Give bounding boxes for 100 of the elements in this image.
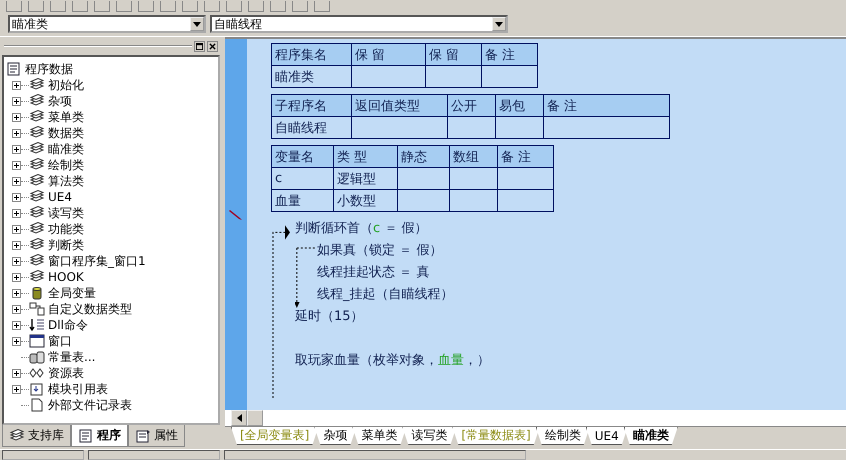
expand-icon[interactable] — [12, 96, 21, 106]
expand-icon[interactable] — [12, 368, 21, 378]
column-header: 变量名 — [272, 146, 334, 168]
expand-icon[interactable] — [12, 112, 21, 122]
tree-item[interactable]: 菜单类 — [29, 109, 84, 125]
expand-icon[interactable] — [12, 128, 21, 138]
tree-item[interactable]: 外部文件记录表 — [29, 397, 132, 413]
window-icon — [29, 334, 45, 348]
document-tab[interactable]: 读写类 — [402, 427, 456, 445]
expand-icon[interactable] — [12, 224, 21, 234]
expand-icon[interactable] — [12, 272, 21, 282]
books-icon — [9, 428, 25, 442]
tree-item[interactable]: 程序数据 — [6, 61, 216, 77]
expand-icon[interactable] — [12, 176, 21, 186]
tree-item[interactable]: UE4 — [29, 189, 72, 205]
tree-item[interactable]: 初始化 — [29, 77, 84, 93]
code-line: 线程挂起状态 ＝ 真 — [317, 264, 430, 282]
tree-item[interactable]: 模块引用表 — [29, 381, 108, 397]
pencil-icon — [229, 209, 243, 221]
panel-tab[interactable]: 属性 — [128, 425, 185, 447]
books-icon — [29, 174, 45, 188]
code-line: 取玩家血量（枚举对象，血量，） — [295, 352, 491, 370]
table-cell: 自瞄线程 — [272, 116, 352, 138]
dll-icon — [29, 318, 45, 332]
caret-icon — [190, 17, 204, 31]
column-header: 子程序名 — [272, 94, 352, 116]
books-icon — [29, 142, 45, 156]
expand-icon[interactable] — [12, 160, 21, 170]
column-header: 保 留 — [352, 44, 426, 66]
books-icon — [29, 206, 45, 220]
document-tab[interactable]: [常量数据表] — [452, 427, 540, 445]
document-tab[interactable]: 菜单类 — [352, 427, 406, 445]
column-header: 公开 — [448, 94, 496, 116]
expand-icon[interactable] — [12, 288, 21, 298]
document-icon — [78, 428, 94, 442]
column-header: 易包 — [496, 94, 544, 116]
expand-icon[interactable] — [12, 304, 21, 314]
column-header: 数组 — [450, 146, 498, 168]
column-header: 备 注 — [482, 44, 538, 66]
document-tab[interactable]: 绘制类 — [536, 427, 590, 445]
expand-icon[interactable] — [12, 320, 21, 330]
tree-item[interactable]: Dll命令 — [29, 317, 88, 333]
books-icon — [29, 238, 45, 252]
table-cell: 瞄准类 — [272, 66, 352, 88]
books-icon — [29, 270, 45, 284]
dropdown[interactable]: 瞄准类 — [8, 15, 206, 33]
tree-item[interactable]: 功能类 — [29, 221, 84, 237]
expand-icon[interactable] — [12, 240, 21, 250]
tree-item[interactable]: 读写类 — [29, 205, 84, 221]
module-icon — [29, 382, 45, 396]
tree-item[interactable]: 算法类 — [29, 173, 84, 189]
tree-item[interactable]: 瞄准类 — [29, 141, 84, 157]
tree-item[interactable]: 数据类 — [29, 125, 84, 141]
tree-item[interactable]: 窗口 — [29, 333, 72, 349]
tree-item[interactable]: 判断类 — [29, 237, 84, 253]
document-tab[interactable]: 杂项 — [314, 427, 356, 445]
panel-tab[interactable]: 程序 — [71, 425, 128, 447]
column-header: 保 留 — [426, 44, 482, 66]
table-cell: 逻辑型 — [334, 168, 398, 190]
expand-icon[interactable] — [12, 144, 21, 154]
document-tab[interactable]: [全局变量表] — [231, 427, 318, 445]
scroll-left-button[interactable] — [231, 410, 247, 426]
tree-item[interactable]: 绘制类 — [29, 157, 84, 173]
file-icon — [29, 398, 45, 412]
books-icon — [29, 94, 45, 108]
books-icon — [29, 190, 45, 204]
tree-item[interactable]: 窗口程序集_窗口1 — [29, 253, 146, 269]
close-button[interactable] — [207, 40, 218, 52]
expand-icon[interactable] — [12, 208, 21, 218]
tree-item[interactable]: 杂项 — [29, 93, 72, 109]
document-icon — [6, 62, 22, 76]
code-line: 如果真（锁定 ＝ 假） — [317, 242, 444, 260]
code-line: 延时（15） — [295, 308, 365, 326]
expand-icon[interactable] — [12, 80, 21, 90]
books-icon — [29, 158, 45, 172]
caret-icon — [492, 17, 506, 31]
restore-button[interactable] — [194, 40, 205, 52]
dropdown[interactable]: 自瞄线程 — [210, 15, 508, 33]
column-header: 静态 — [398, 146, 450, 168]
expand-icon[interactable] — [12, 336, 21, 346]
expand-icon[interactable] — [12, 192, 21, 202]
panel-tab[interactable]: 支持库 — [2, 425, 71, 447]
books-icon — [29, 222, 45, 236]
document-tab[interactable]: 瞄准类 — [624, 427, 678, 445]
scroll-thumb[interactable] — [247, 410, 263, 426]
tree-item[interactable]: 资源表 — [29, 365, 84, 381]
expand-icon[interactable] — [12, 384, 21, 394]
expand-icon[interactable] — [12, 256, 21, 266]
books-icon — [29, 78, 45, 92]
document-tab[interactable]: UE4 — [586, 427, 628, 445]
tree-item[interactable]: 全局变量 — [29, 285, 96, 301]
books-icon — [29, 254, 45, 268]
tree-item[interactable]: HOOK — [29, 269, 84, 285]
code-line: 判断循环首（c ＝ 假） — [295, 220, 428, 238]
books-icon — [29, 110, 45, 124]
left-arrow-icon — [236, 414, 242, 422]
tree-item[interactable]: 常量表... — [29, 349, 96, 365]
tree-item[interactable]: 自定义数据类型 — [29, 301, 132, 317]
column-header: 返回值类型 — [352, 94, 448, 116]
column-header: 程序集名 — [272, 44, 352, 66]
